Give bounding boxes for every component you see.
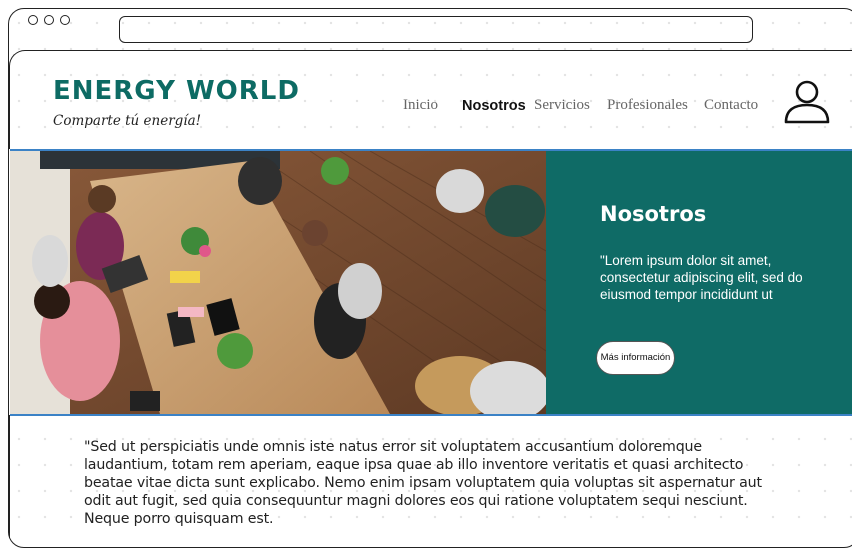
window-dot-icon[interactable] [44,15,54,25]
user-icon[interactable] [783,78,831,126]
office-team-photo [10,151,546,414]
window-controls [28,15,70,25]
nav-item-nosotros[interactable]: Nosotros [462,98,526,114]
address-bar[interactable] [119,16,753,43]
hero-section: Nosotros "Lorem ipsum dolor sit amet, co… [10,149,852,416]
page-frame-edge [9,415,10,538]
brand-logo-text[interactable]: ENERGY WORLD [53,76,300,106]
body-paragraph: "Sed ut perspiciatis unde omnis iste nat… [84,439,762,527]
nav-item-servicios[interactable]: Servicios [534,97,590,114]
hero-description: "Lorem ipsum dolor sit amet, consectetur… [600,253,803,302]
brand-tagline: Comparte tú energía! [53,113,202,129]
more-info-button[interactable]: Más información [596,341,675,375]
hero-panel: Nosotros "Lorem ipsum dolor sit amet, co… [546,151,852,414]
nav-item-inicio[interactable]: Inicio [403,97,438,114]
window-dot-icon[interactable] [28,15,38,25]
hero-heading: Nosotros [600,202,707,226]
nav-item-profesionales[interactable]: Profesionales [607,97,688,114]
nav-item-contacto[interactable]: Contacto [704,97,758,114]
window-dot-icon[interactable] [60,15,70,25]
